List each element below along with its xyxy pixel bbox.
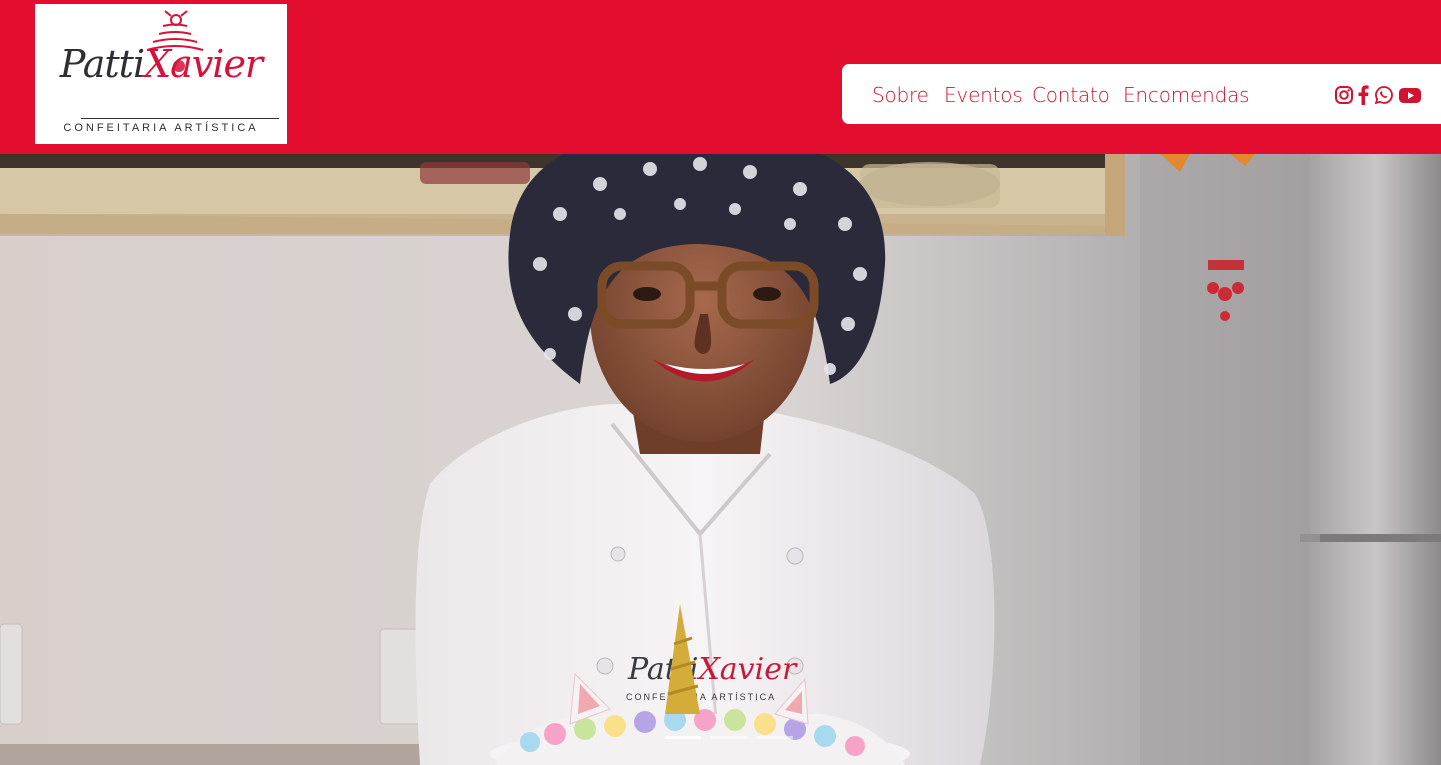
hero-carousel[interactable]: PattiXavier CONFEITARIA ARTÍSTICA	[0, 154, 1441, 765]
carousel-indicator-3[interactable]	[757, 736, 793, 739]
nav-link-encomendas[interactable]: Encomendas	[1123, 83, 1250, 107]
nav-link-sobre[interactable]: Sobre	[872, 83, 929, 107]
youtube-icon[interactable]	[1398, 85, 1422, 105]
nav-link-contato[interactable]: Contato	[1032, 83, 1110, 107]
nav-link-eventos[interactable]: Eventos	[944, 83, 1023, 107]
chef-portrait-photo: PattiXavier CONFEITARIA ARTÍSTICA	[0, 154, 1441, 765]
logo[interactable]: PattiXavier CONFEITARIA ARTÍSTICA	[35, 4, 287, 144]
logo-tagline: CONFEITARIA ARTÍSTICA	[63, 122, 259, 134]
instagram-icon[interactable]	[1334, 85, 1354, 105]
carousel-indicators	[665, 736, 795, 740]
apron-tagline: CONFEITARIA ARTÍSTICA	[626, 692, 776, 702]
carousel-indicator-2[interactable]	[711, 736, 747, 739]
site-header: PattiXavier CONFEITARIA ARTÍSTICA Sobre …	[0, 0, 1441, 154]
apron-logo: PattiXavier	[627, 652, 798, 687]
main-navigation: Sobre Eventos Contato Encomendas	[842, 64, 1441, 124]
logo-name: PattiXavier	[59, 42, 263, 86]
whatsapp-icon[interactable]	[1374, 85, 1394, 105]
carousel-indicator-1[interactable]	[665, 736, 701, 739]
facebook-icon[interactable]	[1356, 85, 1370, 105]
logo-divider	[81, 118, 279, 119]
